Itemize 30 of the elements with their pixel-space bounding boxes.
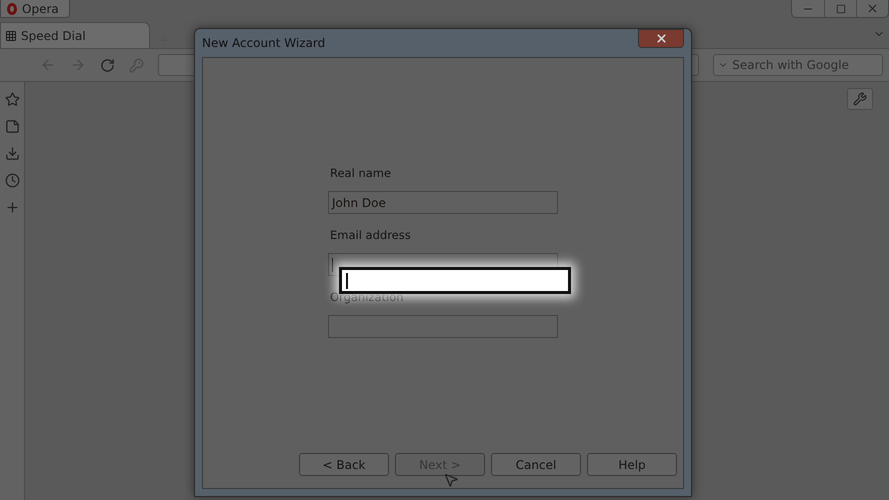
dialog-button[interactable]: < Back bbox=[299, 453, 389, 476]
back-icon[interactable] bbox=[40, 57, 56, 73]
plus-icon[interactable] bbox=[4, 200, 20, 215]
input-field[interactable] bbox=[328, 315, 558, 338]
clock-icon[interactable] bbox=[4, 173, 20, 188]
reload-icon[interactable] bbox=[100, 58, 115, 72]
field-label: Organization bbox=[330, 290, 405, 304]
download-icon[interactable] bbox=[4, 146, 20, 161]
close-button[interactable] bbox=[638, 29, 684, 48]
forward-icon[interactable] bbox=[70, 57, 86, 73]
menu-button[interactable]: Opera bbox=[0, 0, 70, 18]
dialog-button[interactable]: Help bbox=[587, 453, 677, 476]
field-label: Email address bbox=[330, 228, 412, 242]
close-icon bbox=[654, 32, 668, 45]
browser-tab[interactable]: Speed Dial bbox=[0, 22, 150, 48]
field-label: Real name bbox=[330, 166, 392, 180]
maximize-icon bbox=[836, 4, 846, 14]
note-icon[interactable] bbox=[4, 119, 20, 134]
star-icon[interactable] bbox=[4, 92, 20, 107]
input-field[interactable]: John Doe bbox=[328, 191, 558, 214]
dialog-title: New Account Wizard bbox=[202, 36, 326, 50]
dialog-button[interactable]: Cancel bbox=[491, 453, 581, 476]
search-placeholder: Search with Google bbox=[732, 58, 849, 72]
wrench-icon[interactable] bbox=[847, 88, 873, 110]
logo-icon bbox=[7, 2, 17, 14]
grid-icon bbox=[5, 30, 17, 42]
key-icon[interactable] bbox=[129, 58, 144, 72]
search-field[interactable]: Search with Google bbox=[713, 54, 883, 76]
close-icon bbox=[866, 2, 879, 15]
pointer-icon bbox=[443, 472, 459, 488]
